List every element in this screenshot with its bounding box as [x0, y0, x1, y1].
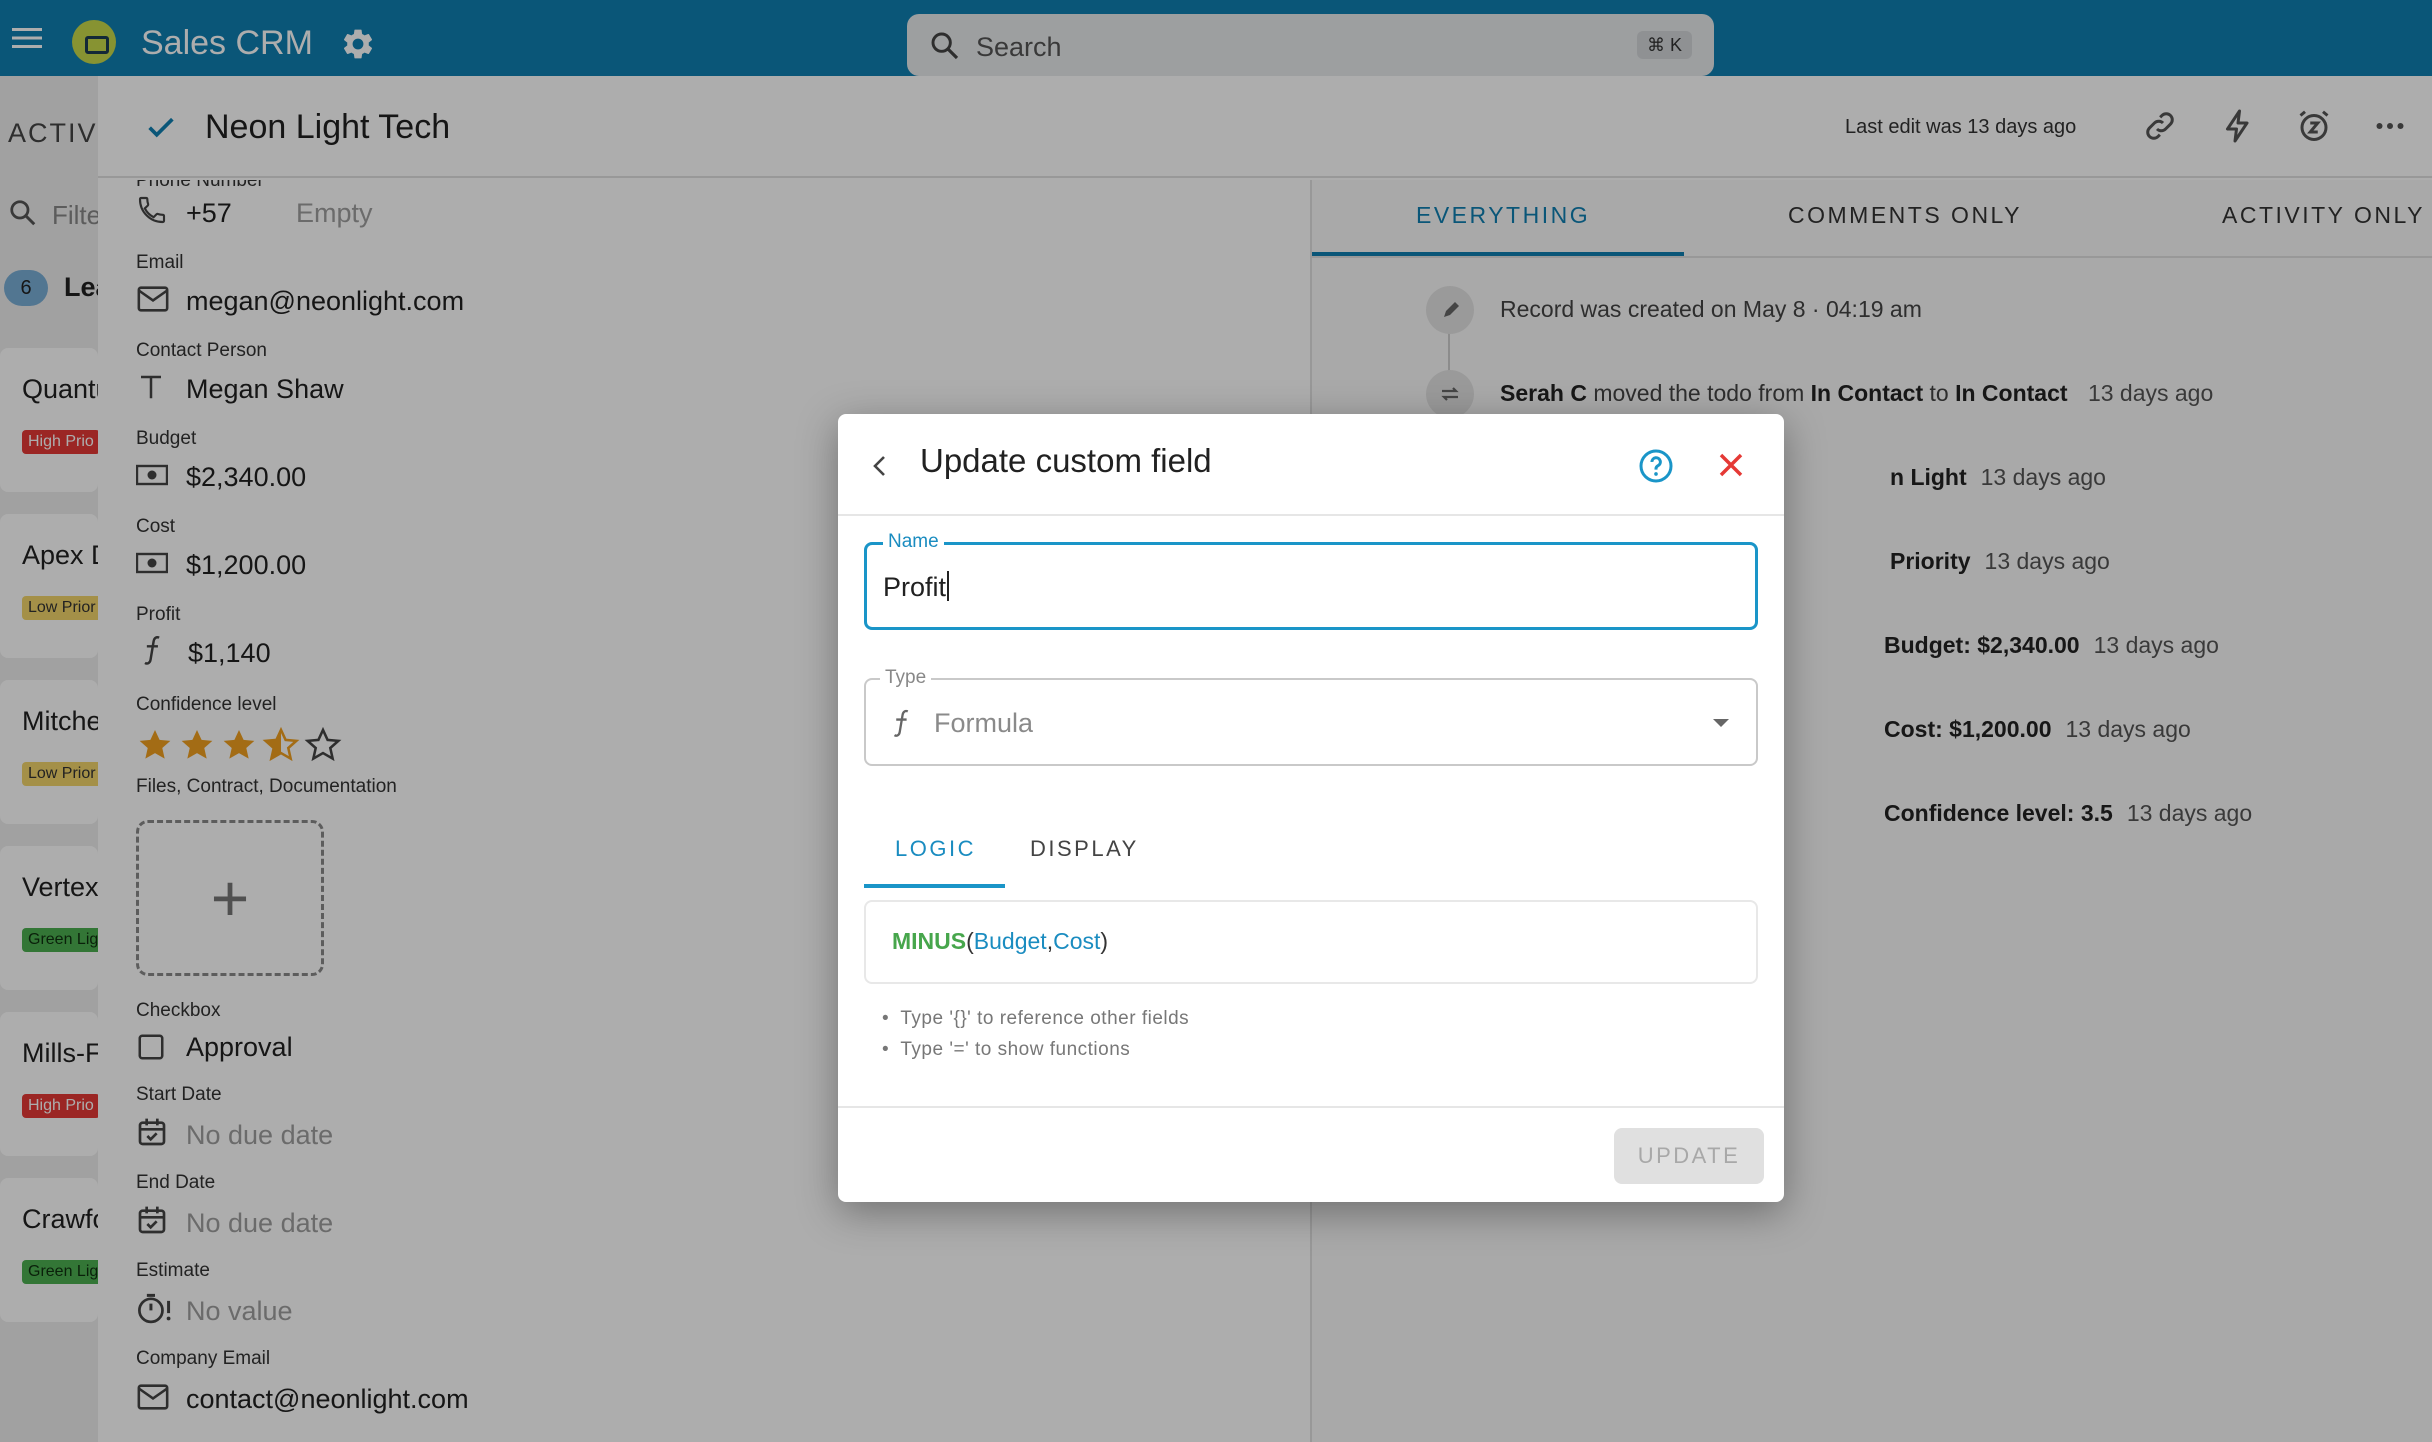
text-caret	[947, 571, 950, 601]
hint-reference: • Type '{}' to reference other fields	[882, 1008, 1190, 1029]
hint-functions: • Type '=' to show functions	[882, 1039, 1131, 1060]
formula-ref-budget: Budget	[973, 928, 1047, 954]
tab-logic[interactable]: LOGIC	[895, 836, 976, 862]
formula-ref-cost: Cost	[1053, 928, 1101, 954]
type-selected-value: Formula	[934, 708, 1034, 738]
dialog-title: Update custom field	[920, 442, 1212, 479]
close-icon[interactable]	[1716, 450, 1746, 480]
type-field-label: Type	[880, 667, 932, 689]
hint-reference-text: Type '{}' to reference other fields	[900, 1008, 1190, 1029]
update-button[interactable]: UPDATE	[1614, 1128, 1764, 1184]
name-input-value[interactable]: Profit	[883, 571, 950, 603]
formula-editor[interactable]: MINUS(Budget,Cost)	[864, 900, 1758, 984]
formula-expression: MINUS(Budget,Cost)	[892, 928, 1108, 955]
hint-functions-text: Type '=' to show functions	[900, 1039, 1131, 1060]
dropdown-arrow-icon[interactable]	[1712, 718, 1730, 728]
type-select[interactable]: Type Formula	[864, 667, 1758, 766]
active-tab-indicator	[864, 884, 1005, 888]
help-icon[interactable]	[1638, 448, 1674, 484]
name-field-label: Name	[883, 531, 944, 553]
name-field[interactable]: Name Profit	[864, 531, 1758, 630]
dialog-header: Update custom field	[838, 414, 1784, 516]
formula-paren-close: )	[1100, 928, 1109, 954]
update-custom-field-dialog: Update custom field Name Profit Type For…	[838, 414, 1784, 1202]
chevron-left-icon[interactable]	[868, 452, 892, 480]
formula-paren-open: (	[966, 928, 974, 954]
tab-display[interactable]: DISPLAY	[1030, 836, 1139, 862]
name-input-text: Profit	[883, 572, 947, 602]
dialog-footer-divider	[838, 1106, 1784, 1108]
formula-icon	[890, 708, 914, 738]
formula-function: MINUS	[892, 928, 967, 954]
